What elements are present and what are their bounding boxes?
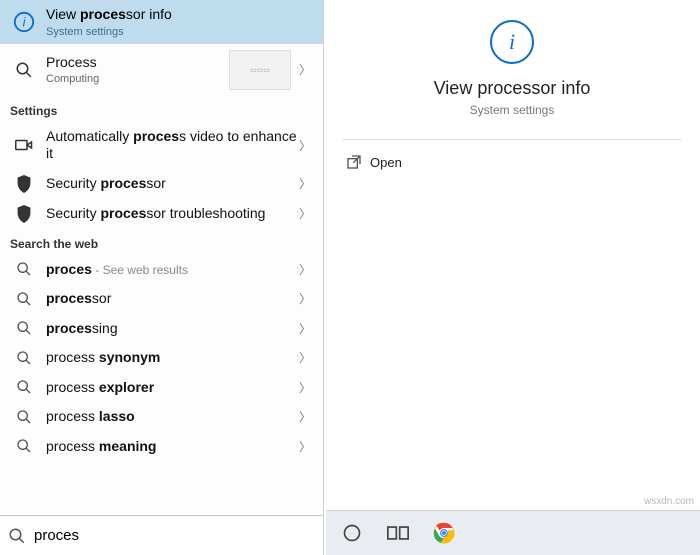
detail-title: View processor info xyxy=(434,78,591,99)
result-title: process lasso xyxy=(46,408,297,426)
video-icon xyxy=(8,138,40,152)
result-best-match[interactable]: i View processor info System settings xyxy=(0,0,323,44)
chrome-icon[interactable] xyxy=(426,515,462,551)
result-web-5[interactable]: process lasso〉 xyxy=(0,402,323,432)
section-header-web: Search the web xyxy=(0,229,323,255)
search-icon xyxy=(8,261,40,277)
info-icon: i xyxy=(490,20,534,64)
info-icon: i xyxy=(8,11,40,33)
chevron-right-icon: 〉 xyxy=(297,379,313,396)
open-icon xyxy=(346,154,370,170)
search-results-pane: i View processor info System settings Pr… xyxy=(0,0,324,555)
open-action[interactable]: Open xyxy=(324,140,700,184)
search-input[interactable] xyxy=(28,523,315,548)
result-title: Automatically process video to enhance i… xyxy=(46,128,297,163)
result-title: process synonym xyxy=(46,349,297,367)
open-label: Open xyxy=(370,155,402,170)
chevron-right-icon: 〉 xyxy=(297,320,313,337)
result-web-1[interactable]: processor〉 xyxy=(0,284,323,314)
chevron-right-icon: 〉 xyxy=(297,137,313,154)
search-icon xyxy=(8,527,28,545)
result-settings-security-processor[interactable]: Security processor 〉 xyxy=(0,169,323,199)
chevron-right-icon: 〉 xyxy=(297,205,313,222)
search-icon xyxy=(8,438,40,454)
result-title: Security processor xyxy=(46,175,297,193)
chevron-right-icon: 〉 xyxy=(297,175,313,192)
search-icon xyxy=(8,61,40,79)
chevron-right-icon: 〉 xyxy=(297,349,313,366)
detail-pane: i View processor info System settings Op… xyxy=(324,0,700,510)
result-subtitle: Computing xyxy=(46,73,229,85)
svg-text:i: i xyxy=(23,14,27,29)
result-thumbnail: ▭▭▭ xyxy=(229,50,291,90)
search-icon xyxy=(8,320,40,336)
result-web-4[interactable]: process explorer〉 xyxy=(0,373,323,403)
result-process[interactable]: Process Computing ▭▭▭ 〉 xyxy=(0,44,323,96)
search-icon xyxy=(8,379,40,395)
result-web-3[interactable]: process synonym〉 xyxy=(0,343,323,373)
result-title: View processor info xyxy=(46,6,313,24)
task-view-icon[interactable] xyxy=(380,515,416,551)
result-title: Process xyxy=(46,54,229,72)
result-title: Security processor troubleshooting xyxy=(46,205,297,223)
shield-icon xyxy=(8,205,40,223)
result-title: proces - See web results xyxy=(46,261,297,279)
taskbar xyxy=(326,510,700,555)
chevron-right-icon: 〉 xyxy=(297,290,313,307)
chevron-right-icon: 〉 xyxy=(297,438,313,455)
result-title: process explorer xyxy=(46,379,297,397)
search-icon xyxy=(8,409,40,425)
result-web-2[interactable]: processing〉 xyxy=(0,314,323,344)
search-bar xyxy=(0,515,323,555)
chevron-right-icon: 〉 xyxy=(297,408,313,425)
result-title: processor xyxy=(46,290,297,308)
result-title: processing xyxy=(46,320,297,338)
result-web-0[interactable]: proces - See web results〉 xyxy=(0,255,323,285)
section-header-settings: Settings xyxy=(0,96,323,122)
results-list: i View processor info System settings Pr… xyxy=(0,0,323,515)
result-title: process meaning xyxy=(46,438,297,456)
result-web-6[interactable]: process meaning〉 xyxy=(0,432,323,462)
search-icon xyxy=(8,291,40,307)
watermark: wsxdn.com xyxy=(644,496,694,507)
result-subtitle: System settings xyxy=(46,26,313,38)
search-icon xyxy=(8,350,40,366)
chevron-right-icon: 〉 xyxy=(297,61,313,78)
result-settings-video[interactable]: Automatically process video to enhance i… xyxy=(0,122,323,169)
shield-icon xyxy=(8,175,40,193)
chevron-right-icon: 〉 xyxy=(297,261,313,278)
cortana-icon[interactable] xyxy=(334,515,370,551)
detail-subtitle: System settings xyxy=(470,103,555,117)
result-settings-security-troubleshoot[interactable]: Security processor troubleshooting 〉 xyxy=(0,199,323,229)
